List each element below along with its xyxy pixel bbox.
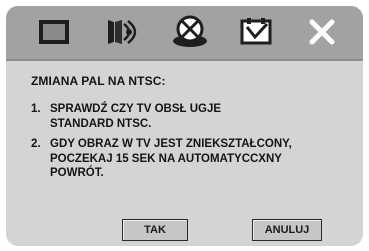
tab-preferences[interactable]: [234, 14, 278, 50]
dialog-heading: ZMIANA PAL NA NTSC:: [31, 74, 166, 88]
confirm-button[interactable]: TAK: [122, 219, 188, 241]
instruction-step-2: 2. GDY OBRAZ W TV JEST ZNIEKSZTAŁCONY, P…: [31, 137, 292, 181]
screen-icon: [36, 18, 72, 46]
cancel-button[interactable]: ANULUJ: [252, 219, 322, 241]
menu-tab-bar: [6, 6, 363, 59]
instruction-list: 1. SPRAWDŹ CZY TV OBSŁ UGJE STANDARD NTS…: [31, 102, 292, 187]
step-line: POWRÓT.: [50, 167, 104, 179]
step-line: SPRAWDŹ CZY TV OBSŁ UGJE: [50, 103, 222, 115]
setup-menu-panel: ZMIANA PAL NA NTSC: 1. SPRAWDŹ CZY TV OB…: [6, 6, 363, 246]
step-number: 2.: [31, 138, 41, 150]
tab-disc[interactable]: [168, 14, 212, 50]
step-number: 1.: [31, 103, 41, 115]
speaker-icon: [102, 16, 142, 48]
close-button[interactable]: [300, 14, 344, 50]
close-icon: [307, 17, 337, 47]
divider: [6, 59, 363, 61]
step-line: STANDARD NTSC.: [50, 117, 152, 130]
preferences-icon: [238, 17, 274, 47]
step-line: GDY OBRAZ W TV JEST ZNIEKSZTAŁCONY,: [50, 138, 292, 150]
step-line: POCZEKAJ 15 SEK NA AUTOMATYCCXNY: [50, 152, 282, 165]
instruction-step-1: 1. SPRAWDŹ CZY TV OBSŁ UGJE STANDARD NTS…: [31, 102, 292, 131]
disc-icon: [170, 15, 210, 49]
tab-video[interactable]: [32, 14, 76, 50]
tab-audio[interactable]: [100, 14, 144, 50]
